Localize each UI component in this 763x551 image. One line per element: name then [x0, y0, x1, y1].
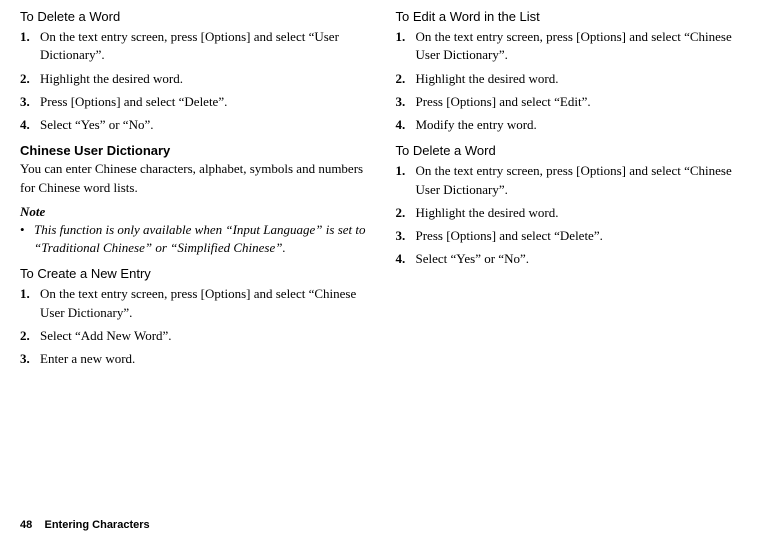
cud-description: You can enter Chinese characters, alphab… [20, 160, 368, 196]
list-item: Press [Options] and select “Delete”. [396, 227, 744, 245]
heading-chinese-user-dictionary: Chinese User Dictionary [20, 142, 368, 160]
heading-edit-word: To Edit a Word in the List [396, 8, 744, 26]
page-footer: 48 Entering Characters [20, 518, 150, 533]
section-title: Entering Characters [44, 519, 149, 531]
note-label: Note [20, 203, 368, 221]
list-item: Press [Options] and select “Delete”. [20, 93, 368, 111]
list-item: Select “Yes” or “No”. [20, 116, 368, 134]
left-column: To Delete a Word On the text entry scree… [20, 8, 368, 376]
list-item: Press [Options] and select “Edit”. [396, 93, 744, 111]
list-item: On the text entry screen, press [Options… [396, 28, 744, 64]
list-item: Highlight the desired word. [396, 70, 744, 88]
heading-delete-word: To Delete a Word [20, 8, 368, 26]
heading-create-entry: To Create a New Entry [20, 265, 368, 283]
list-item: Enter a new word. [20, 350, 368, 368]
list-item: Modify the entry word. [396, 116, 744, 134]
create-entry-steps: On the text entry screen, press [Options… [20, 285, 368, 368]
delete-word-steps: On the text entry screen, press [Options… [20, 28, 368, 134]
list-item: Select “Yes” or “No”. [396, 250, 744, 268]
delete-word-steps-2: On the text entry screen, press [Options… [396, 162, 744, 268]
heading-delete-word-2: To Delete a Word [396, 142, 744, 160]
list-item: On the text entry screen, press [Options… [20, 28, 368, 64]
note-text: This function is only available when “In… [20, 221, 368, 257]
edit-word-steps: On the text entry screen, press [Options… [396, 28, 744, 134]
list-item: On the text entry screen, press [Options… [396, 162, 744, 198]
right-column: To Edit a Word in the List On the text e… [396, 8, 744, 376]
list-item: Highlight the desired word. [396, 204, 744, 222]
list-item: Highlight the desired word. [20, 70, 368, 88]
list-item: On the text entry screen, press [Options… [20, 285, 368, 321]
page-number: 48 [20, 519, 32, 531]
list-item: Select “Add New Word”. [20, 327, 368, 345]
